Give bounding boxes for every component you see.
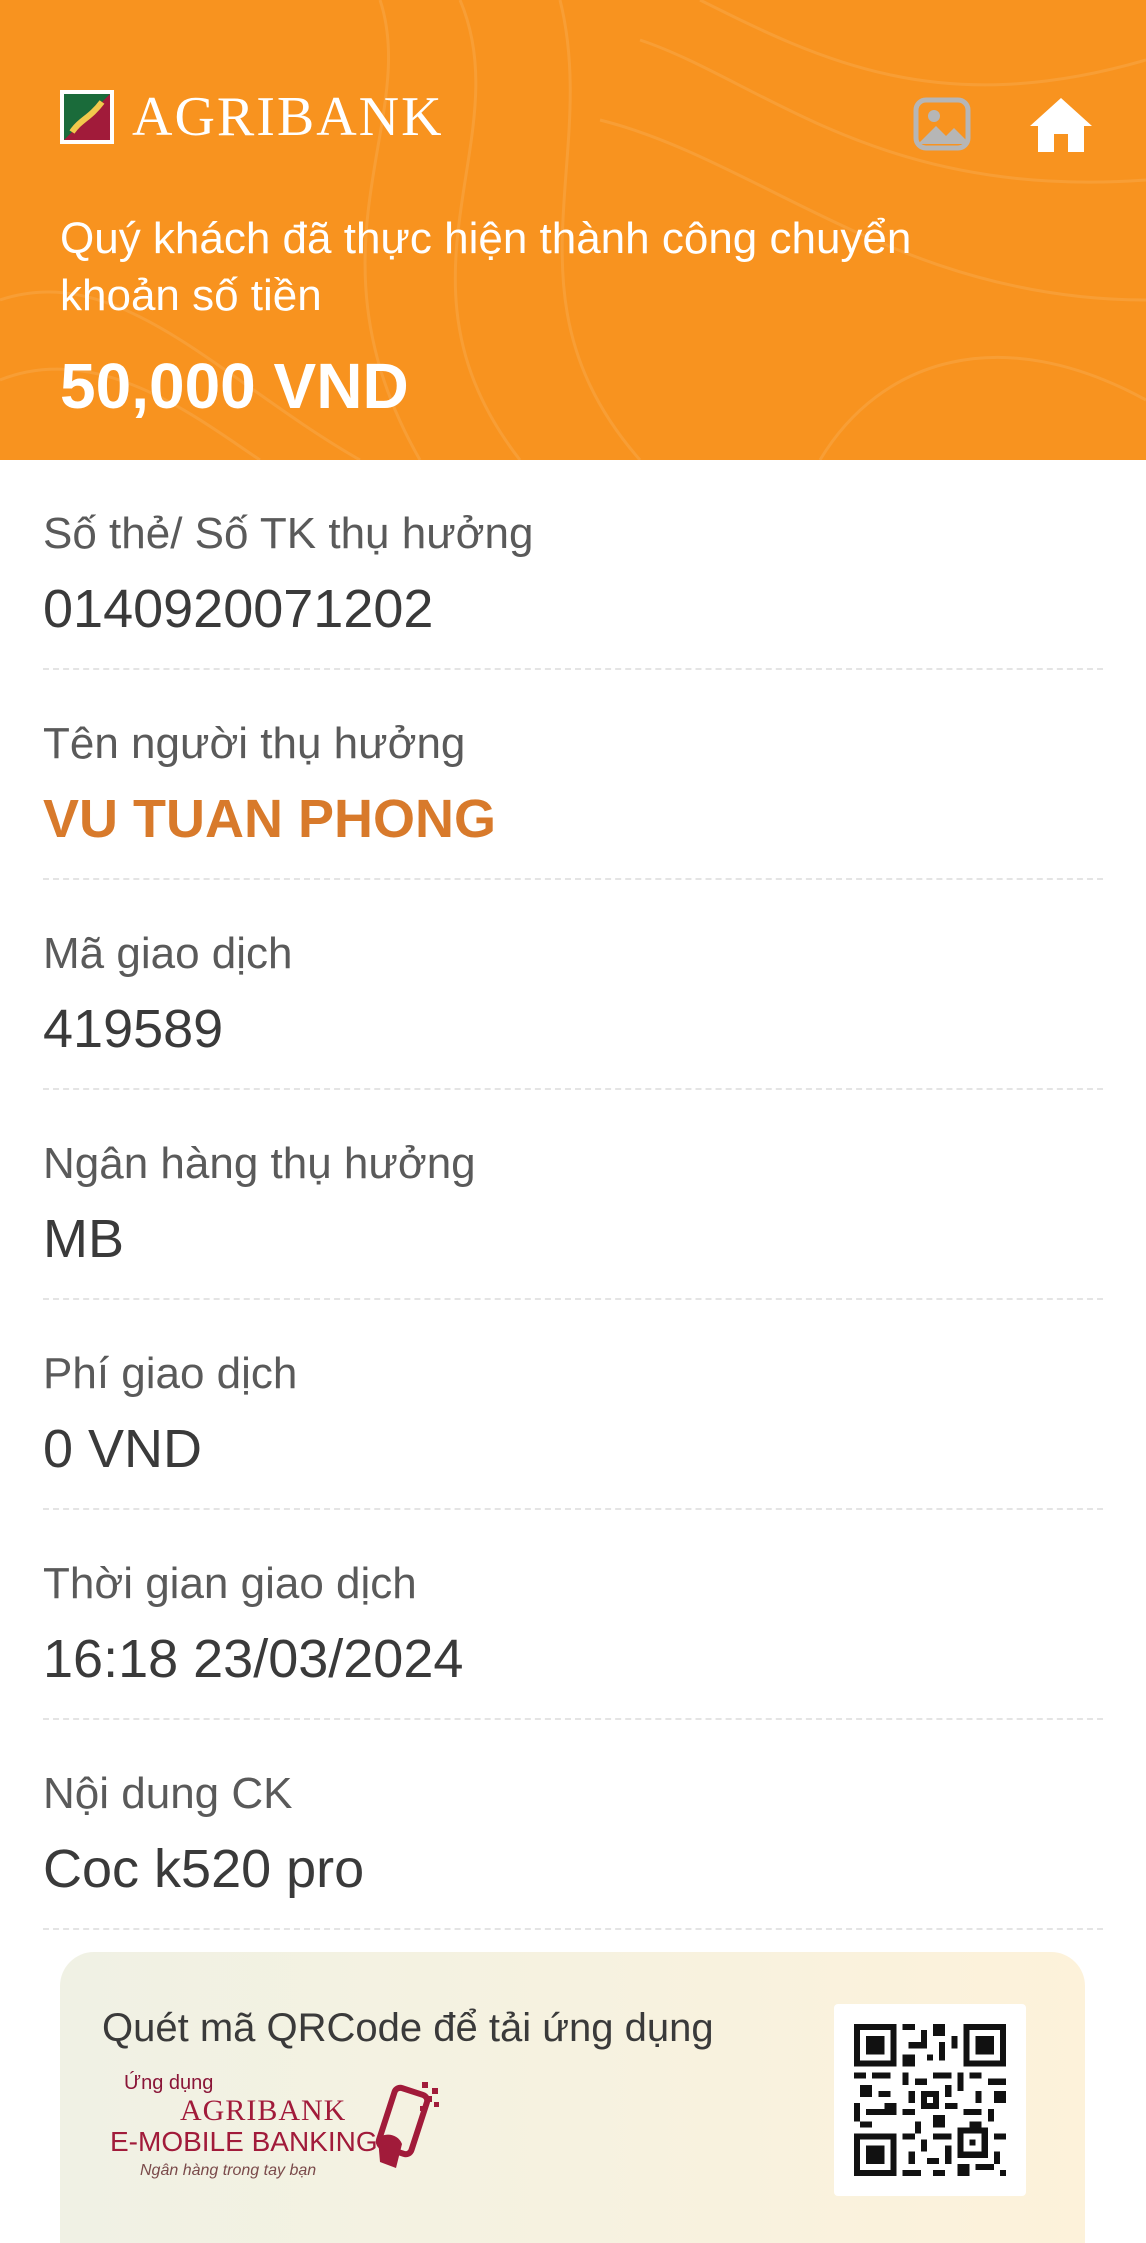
mobile-phone-icon: [375, 2082, 439, 2168]
agribank-mark-icon: [60, 90, 114, 144]
beneficiary-name: VU TUAN PHONG: [43, 789, 497, 849]
detail-row-content: Nội dung CK Coc k520 pro: [43, 1720, 1103, 1930]
transaction-details: Số thẻ/ Số TK thụ hưởng 0140920071202 Tê…: [43, 460, 1103, 1930]
home-button[interactable]: [1028, 94, 1092, 154]
app-download-qr-code[interactable]: [834, 2004, 1026, 2196]
qr-download-text: Quét mã QRCode để tải ứng dụng: [102, 2006, 714, 2050]
app-product-name: E-MOBILE BANKING: [110, 2126, 378, 2157]
app-slogan: Ngân hàng trong tay bạn: [140, 2162, 317, 2179]
detail-row-account: Số thẻ/ Số TK thụ hưởng 0140920071202: [43, 460, 1103, 670]
detail-value: 419589: [43, 999, 224, 1059]
detail-value: Coc k520 pro: [43, 1839, 365, 1899]
transfer-amount: 50,000 VND: [60, 350, 409, 422]
detail-label: Ngân hàng thụ hưởng: [43, 1139, 476, 1188]
app-sub-label: Ứng dụng: [124, 2072, 214, 2094]
agribank-logo: AGRIBANK: [60, 86, 444, 148]
gallery-icon: [913, 97, 971, 151]
detail-label: Phí giao dịch: [43, 1349, 298, 1398]
detail-label: Nội dung CK: [43, 1769, 293, 1818]
detail-value: MB: [43, 1209, 124, 1269]
brand-name: AGRIBANK: [132, 86, 444, 148]
detail-row-beneficiary: Tên người thụ hưởng VU TUAN PHONG: [43, 670, 1103, 880]
detail-label: Thời gian giao dịch: [43, 1559, 417, 1608]
detail-label: Mã giao dịch: [43, 929, 293, 978]
header: AGRIBANK Quý khách đã thực hiện thành cô…: [0, 0, 1146, 460]
app-brand-name: AGRIBANK: [180, 2094, 347, 2127]
detail-row-fee: Phí giao dịch 0 VND: [43, 1300, 1103, 1510]
app-download-card: Quét mã QRCode để tải ứng dụng Ứng dụng …: [60, 1952, 1085, 2243]
qr-code-icon: [854, 2024, 1006, 2176]
detail-row-time: Thời gian giao dịch 16:18 23/03/2024: [43, 1510, 1103, 1720]
detail-value: 0 VND: [43, 1419, 203, 1479]
save-image-button[interactable]: [912, 94, 972, 154]
detail-row-bank: Ngân hàng thụ hưởng MB: [43, 1090, 1103, 1300]
emobile-banking-logo: Ứng dụng AGRIBANK E-MOBILE BANKING Ngân …: [110, 2072, 450, 2182]
home-icon: [1030, 98, 1092, 152]
success-message: Quý khách đã thực hiện thành công chuyển…: [60, 214, 912, 320]
detail-value: 0140920071202: [43, 579, 434, 639]
detail-row-transaction-id: Mã giao dịch 419589: [43, 880, 1103, 1090]
detail-value: 16:18 23/03/2024: [43, 1629, 464, 1689]
detail-label: Tên người thụ hưởng: [43, 719, 466, 768]
detail-label: Số thẻ/ Số TK thụ hưởng: [43, 509, 534, 558]
